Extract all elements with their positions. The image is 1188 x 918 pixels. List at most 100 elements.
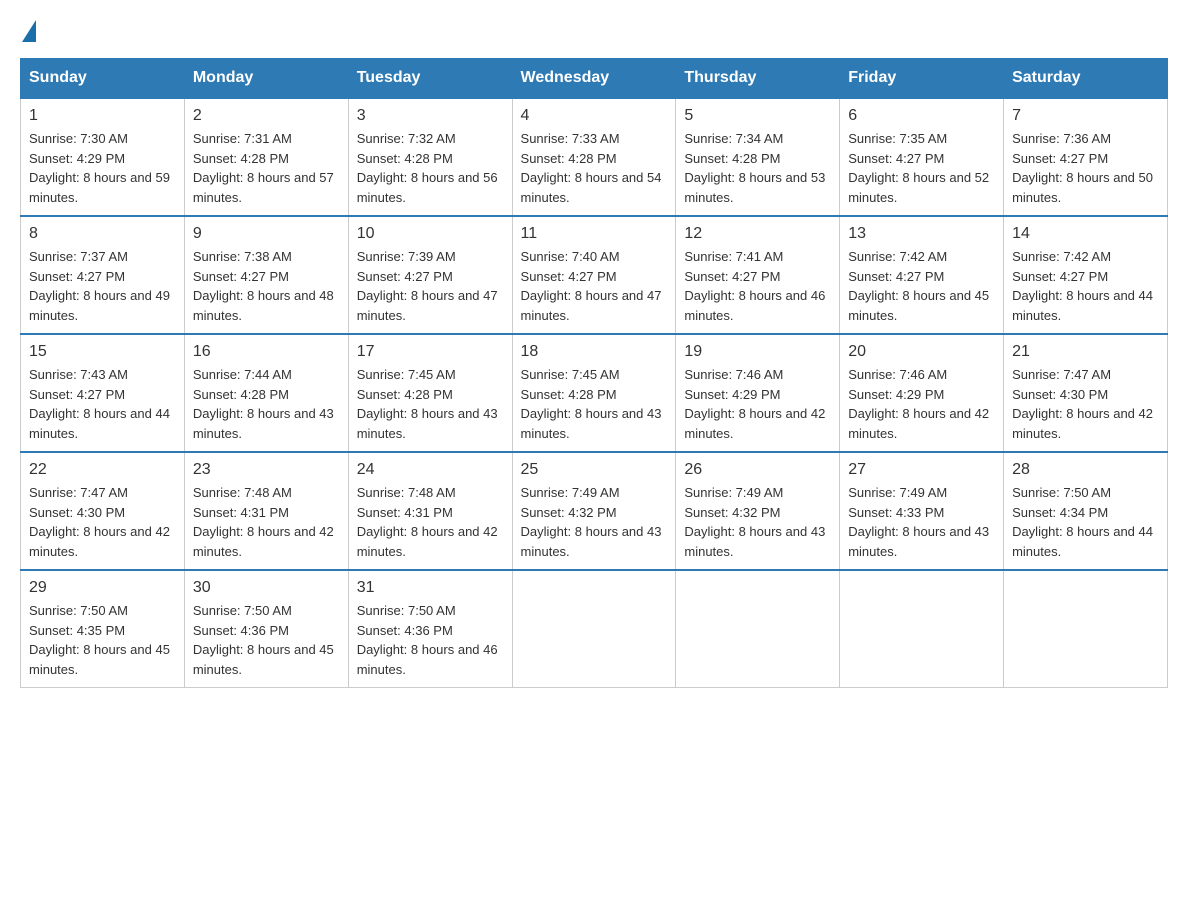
sunset-label: Sunset: 4:34 PM [1012, 505, 1108, 520]
sunrise-label: Sunrise: 7:35 AM [848, 131, 947, 146]
day-cell-6: 6 Sunrise: 7:35 AM Sunset: 4:27 PM Dayli… [840, 98, 1004, 216]
sunset-label: Sunset: 4:27 PM [521, 269, 617, 284]
day-number: 24 [357, 461, 504, 479]
day-info: Sunrise: 7:50 AM Sunset: 4:35 PM Dayligh… [29, 601, 176, 679]
sunrise-label: Sunrise: 7:49 AM [848, 485, 947, 500]
week-row-4: 22 Sunrise: 7:47 AM Sunset: 4:30 PM Dayl… [21, 452, 1168, 570]
day-number: 31 [357, 579, 504, 597]
sunset-label: Sunset: 4:28 PM [357, 387, 453, 402]
daylight-label: Daylight: 8 hours and 43 minutes. [521, 406, 662, 441]
sunset-label: Sunset: 4:29 PM [684, 387, 780, 402]
day-info: Sunrise: 7:47 AM Sunset: 4:30 PM Dayligh… [29, 483, 176, 561]
sunset-label: Sunset: 4:30 PM [1012, 387, 1108, 402]
day-number: 15 [29, 343, 176, 361]
day-cell-9: 9 Sunrise: 7:38 AM Sunset: 4:27 PM Dayli… [184, 216, 348, 334]
day-info: Sunrise: 7:45 AM Sunset: 4:28 PM Dayligh… [521, 365, 668, 443]
sunset-label: Sunset: 4:28 PM [521, 387, 617, 402]
day-info: Sunrise: 7:40 AM Sunset: 4:27 PM Dayligh… [521, 247, 668, 325]
day-info: Sunrise: 7:39 AM Sunset: 4:27 PM Dayligh… [357, 247, 504, 325]
week-row-1: 1 Sunrise: 7:30 AM Sunset: 4:29 PM Dayli… [21, 98, 1168, 216]
day-info: Sunrise: 7:46 AM Sunset: 4:29 PM Dayligh… [684, 365, 831, 443]
day-cell-18: 18 Sunrise: 7:45 AM Sunset: 4:28 PM Dayl… [512, 334, 676, 452]
day-info: Sunrise: 7:30 AM Sunset: 4:29 PM Dayligh… [29, 129, 176, 207]
sunrise-label: Sunrise: 7:46 AM [684, 367, 783, 382]
sunset-label: Sunset: 4:27 PM [848, 269, 944, 284]
logo-triangle-icon [22, 20, 36, 42]
weekday-header-sunday: Sunday [21, 59, 185, 99]
sunrise-label: Sunrise: 7:31 AM [193, 131, 292, 146]
day-info: Sunrise: 7:42 AM Sunset: 4:27 PM Dayligh… [848, 247, 995, 325]
sunset-label: Sunset: 4:29 PM [848, 387, 944, 402]
sunrise-label: Sunrise: 7:41 AM [684, 249, 783, 264]
day-cell-28: 28 Sunrise: 7:50 AM Sunset: 4:34 PM Dayl… [1004, 452, 1168, 570]
day-info: Sunrise: 7:46 AM Sunset: 4:29 PM Dayligh… [848, 365, 995, 443]
sunrise-label: Sunrise: 7:46 AM [848, 367, 947, 382]
day-number: 18 [521, 343, 668, 361]
daylight-label: Daylight: 8 hours and 42 minutes. [29, 524, 170, 559]
weekday-header-wednesday: Wednesday [512, 59, 676, 99]
daylight-label: Daylight: 8 hours and 52 minutes. [848, 170, 989, 205]
day-info: Sunrise: 7:34 AM Sunset: 4:28 PM Dayligh… [684, 129, 831, 207]
weekday-header-row: SundayMondayTuesdayWednesdayThursdayFrid… [21, 59, 1168, 99]
day-number: 1 [29, 107, 176, 125]
daylight-label: Daylight: 8 hours and 43 minutes. [193, 406, 334, 441]
sunrise-label: Sunrise: 7:48 AM [357, 485, 456, 500]
sunset-label: Sunset: 4:33 PM [848, 505, 944, 520]
sunrise-label: Sunrise: 7:50 AM [357, 603, 456, 618]
sunset-label: Sunset: 4:27 PM [29, 269, 125, 284]
calendar-table: SundayMondayTuesdayWednesdayThursdayFrid… [20, 58, 1168, 688]
day-number: 17 [357, 343, 504, 361]
sunset-label: Sunset: 4:32 PM [684, 505, 780, 520]
day-cell-30: 30 Sunrise: 7:50 AM Sunset: 4:36 PM Dayl… [184, 570, 348, 688]
day-number: 6 [848, 107, 995, 125]
day-number: 27 [848, 461, 995, 479]
day-cell-20: 20 Sunrise: 7:46 AM Sunset: 4:29 PM Dayl… [840, 334, 1004, 452]
sunrise-label: Sunrise: 7:50 AM [193, 603, 292, 618]
sunrise-label: Sunrise: 7:50 AM [29, 603, 128, 618]
day-number: 30 [193, 579, 340, 597]
daylight-label: Daylight: 8 hours and 44 minutes. [1012, 288, 1153, 323]
sunset-label: Sunset: 4:28 PM [521, 151, 617, 166]
sunrise-label: Sunrise: 7:42 AM [848, 249, 947, 264]
day-number: 5 [684, 107, 831, 125]
day-number: 11 [521, 225, 668, 243]
day-info: Sunrise: 7:47 AM Sunset: 4:30 PM Dayligh… [1012, 365, 1159, 443]
day-info: Sunrise: 7:50 AM Sunset: 4:36 PM Dayligh… [193, 601, 340, 679]
day-cell-31: 31 Sunrise: 7:50 AM Sunset: 4:36 PM Dayl… [348, 570, 512, 688]
day-cell-13: 13 Sunrise: 7:42 AM Sunset: 4:27 PM Dayl… [840, 216, 1004, 334]
sunset-label: Sunset: 4:27 PM [1012, 151, 1108, 166]
sunrise-label: Sunrise: 7:40 AM [521, 249, 620, 264]
day-info: Sunrise: 7:41 AM Sunset: 4:27 PM Dayligh… [684, 247, 831, 325]
empty-cell [840, 570, 1004, 688]
sunset-label: Sunset: 4:28 PM [684, 151, 780, 166]
weekday-header-friday: Friday [840, 59, 1004, 99]
sunset-label: Sunset: 4:28 PM [357, 151, 453, 166]
sunrise-label: Sunrise: 7:43 AM [29, 367, 128, 382]
sunset-label: Sunset: 4:27 PM [357, 269, 453, 284]
day-cell-19: 19 Sunrise: 7:46 AM Sunset: 4:29 PM Dayl… [676, 334, 840, 452]
daylight-label: Daylight: 8 hours and 47 minutes. [521, 288, 662, 323]
sunrise-label: Sunrise: 7:32 AM [357, 131, 456, 146]
day-cell-22: 22 Sunrise: 7:47 AM Sunset: 4:30 PM Dayl… [21, 452, 185, 570]
empty-cell [1004, 570, 1168, 688]
day-info: Sunrise: 7:31 AM Sunset: 4:28 PM Dayligh… [193, 129, 340, 207]
day-info: Sunrise: 7:35 AM Sunset: 4:27 PM Dayligh… [848, 129, 995, 207]
day-cell-4: 4 Sunrise: 7:33 AM Sunset: 4:28 PM Dayli… [512, 98, 676, 216]
daylight-label: Daylight: 8 hours and 50 minutes. [1012, 170, 1153, 205]
day-info: Sunrise: 7:49 AM Sunset: 4:33 PM Dayligh… [848, 483, 995, 561]
weekday-header-monday: Monday [184, 59, 348, 99]
sunset-label: Sunset: 4:36 PM [357, 623, 453, 638]
day-cell-12: 12 Sunrise: 7:41 AM Sunset: 4:27 PM Dayl… [676, 216, 840, 334]
day-number: 8 [29, 225, 176, 243]
sunrise-label: Sunrise: 7:37 AM [29, 249, 128, 264]
day-number: 7 [1012, 107, 1159, 125]
day-info: Sunrise: 7:44 AM Sunset: 4:28 PM Dayligh… [193, 365, 340, 443]
daylight-label: Daylight: 8 hours and 42 minutes. [193, 524, 334, 559]
day-number: 12 [684, 225, 831, 243]
day-cell-17: 17 Sunrise: 7:45 AM Sunset: 4:28 PM Dayl… [348, 334, 512, 452]
day-info: Sunrise: 7:49 AM Sunset: 4:32 PM Dayligh… [521, 483, 668, 561]
day-number: 4 [521, 107, 668, 125]
logo-text [20, 20, 38, 42]
daylight-label: Daylight: 8 hours and 59 minutes. [29, 170, 170, 205]
day-info: Sunrise: 7:38 AM Sunset: 4:27 PM Dayligh… [193, 247, 340, 325]
